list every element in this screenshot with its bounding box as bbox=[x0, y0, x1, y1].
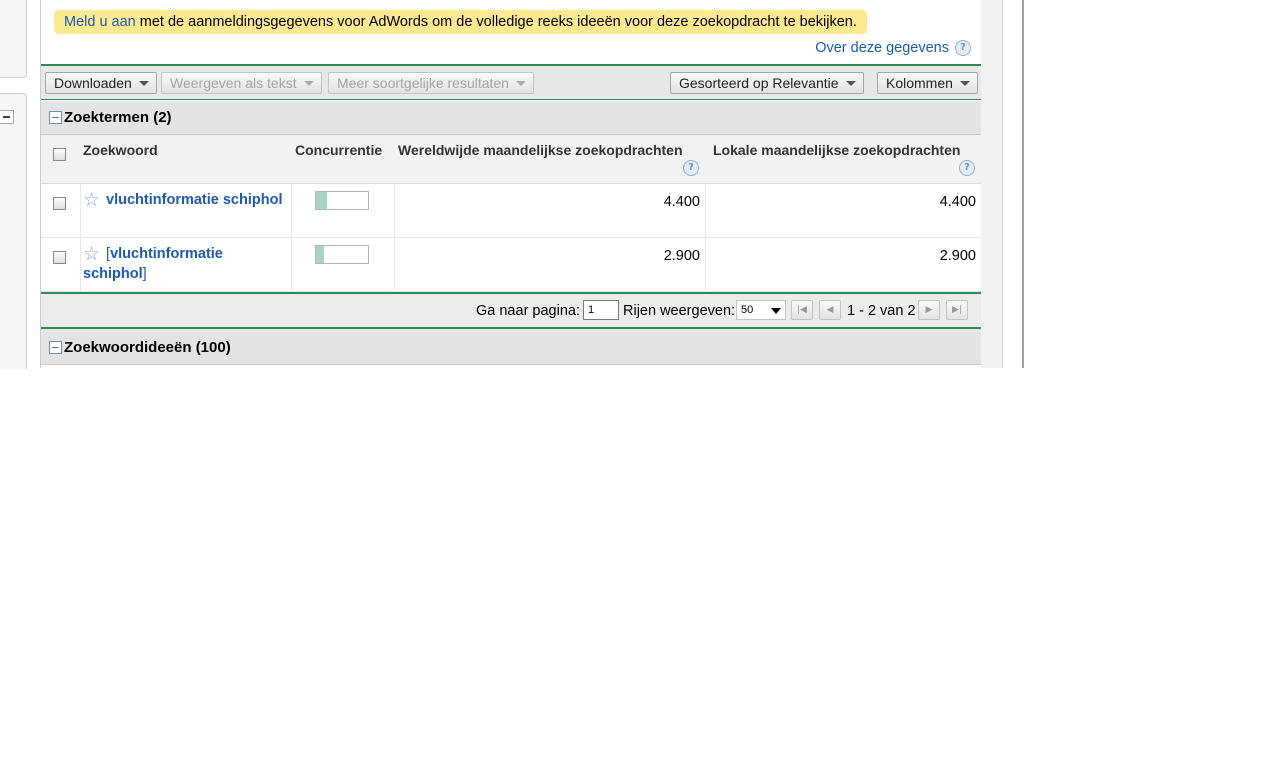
row-checkbox[interactable] bbox=[53, 197, 66, 210]
help-icon[interactable]: ? bbox=[955, 40, 971, 56]
column-divider bbox=[705, 184, 706, 238]
chevron-down-icon bbox=[771, 308, 781, 314]
download-button[interactable]: Downloaden bbox=[45, 72, 157, 94]
search-terms-title: Zoektermen (2) bbox=[64, 109, 172, 126]
column-divider bbox=[291, 184, 292, 238]
competition-bar bbox=[315, 245, 369, 264]
chevron-down-icon bbox=[303, 81, 314, 86]
keyword-cell: ☆ [vluchtinformatie schiphol] bbox=[83, 244, 283, 284]
column-divider bbox=[394, 238, 395, 292]
goto-page-label: Ga naar pagina: bbox=[476, 303, 580, 319]
keyword-ideas-title: Zoekwoordideeën (100) bbox=[64, 339, 231, 356]
left-panel-bottom bbox=[0, 93, 27, 369]
chevron-down-icon bbox=[138, 81, 149, 86]
star-icon[interactable]: ☆ bbox=[83, 190, 100, 210]
local-monthly-value: 2.900 bbox=[939, 248, 976, 264]
chevron-down-icon bbox=[845, 81, 856, 86]
results-toolbar: Downloaden Weergeven als tekst Meer soor… bbox=[41, 64, 981, 100]
chevron-down-icon bbox=[515, 81, 526, 86]
sign-in-link[interactable]: Meld u aan bbox=[64, 14, 136, 30]
about-data-link-container: Over deze gegevens ? bbox=[815, 40, 971, 56]
column-header-keyword[interactable]: Zoekwoord bbox=[83, 142, 158, 158]
star-icon[interactable]: ☆ bbox=[83, 244, 100, 264]
show-as-text-label: Weergeven als tekst bbox=[170, 75, 297, 91]
global-monthly-value: 4.400 bbox=[663, 194, 700, 210]
left-panel-top bbox=[0, 0, 27, 78]
right-scroll-rail bbox=[981, 0, 1003, 368]
rows-per-page-value: 50 bbox=[741, 304, 754, 316]
help-icon[interactable]: ? bbox=[683, 160, 699, 176]
page-number-input[interactable]: 1 bbox=[583, 300, 619, 320]
sign-in-notice: Meld u aan met de aanmeldingsgegevens vo… bbox=[54, 10, 867, 34]
keyword-link[interactable]: vluchtinformatie schiphol bbox=[106, 192, 282, 208]
columns-button[interactable]: Kolommen bbox=[877, 72, 978, 94]
column-header-global-monthly[interactable]: Wereldwijde maandelijkse zoekopdrachten bbox=[398, 142, 683, 158]
row-checkbox[interactable] bbox=[53, 251, 66, 264]
column-divider bbox=[80, 184, 81, 238]
sign-in-notice-text: met de aanmeldingsgegevens voor AdWords … bbox=[135, 14, 857, 30]
more-similar-results-label: Meer soortgelijke resultaten bbox=[337, 75, 509, 91]
help-icon[interactable]: ? bbox=[959, 160, 975, 176]
competition-fill bbox=[316, 246, 324, 263]
table-header: Zoekwoord Concurrentie Wereldwijde maand… bbox=[41, 134, 981, 184]
column-divider bbox=[80, 238, 81, 292]
search-terms-section-header[interactable]: Zoektermen (2) bbox=[41, 101, 981, 134]
rows-per-page-label: Rijen weergeven: bbox=[623, 303, 736, 319]
show-as-text-button[interactable]: Weergeven als tekst bbox=[161, 72, 322, 94]
more-similar-results-button[interactable]: Meer soortgelijke resultaten bbox=[328, 72, 534, 94]
keyword-link[interactable]: vluchtinformatie schiphol bbox=[83, 246, 223, 282]
keyword-suffix: ] bbox=[142, 266, 147, 282]
table-row: ☆ vluchtinformatie schiphol 4.400 4.400 bbox=[41, 184, 981, 238]
previous-page-icon[interactable]: ◀ bbox=[819, 300, 841, 320]
column-divider bbox=[705, 238, 706, 292]
column-divider bbox=[394, 184, 395, 238]
chevron-down-icon bbox=[959, 81, 970, 86]
competition-fill bbox=[316, 192, 328, 209]
about-data-link[interactable]: Over deze gegevens bbox=[815, 40, 949, 56]
page-range: 1 - 2 van 2 bbox=[847, 303, 916, 319]
keyword-cell: ☆ vluchtinformatie schiphol bbox=[83, 190, 283, 210]
keyword-ideas-section-header[interactable]: Zoekwoordideeën (100) bbox=[41, 329, 981, 365]
column-divider bbox=[291, 238, 292, 292]
global-monthly-value: 2.900 bbox=[663, 248, 700, 264]
column-header-competition[interactable]: Concurrentie bbox=[295, 142, 382, 158]
left-sidebar bbox=[0, 0, 27, 369]
local-monthly-value: 4.400 bbox=[939, 194, 976, 210]
competition-bar bbox=[315, 191, 369, 210]
column-header-local-monthly[interactable]: Lokale maandelijkse zoekopdrachten bbox=[713, 142, 960, 158]
rows-per-page-select[interactable]: 50 bbox=[736, 300, 786, 320]
columns-button-label: Kolommen bbox=[886, 75, 953, 91]
right-panel-edge bbox=[1022, 0, 1024, 368]
sidebar-collapse-icon[interactable] bbox=[0, 110, 14, 124]
first-page-icon[interactable]: |◀ bbox=[791, 300, 813, 320]
table-row: ☆ [vluchtinformatie schiphol] 2.900 2.900 bbox=[41, 238, 981, 292]
select-all-checkbox[interactable] bbox=[53, 148, 66, 161]
results-panel: Meld u aan met de aanmeldingsgegevens vo… bbox=[40, 0, 982, 368]
download-button-label: Downloaden bbox=[54, 75, 132, 91]
next-page-icon[interactable]: ▶ bbox=[918, 300, 940, 320]
pagination-bar: Ga naar pagina: 1 Rijen weergeven: 50 |◀… bbox=[41, 292, 981, 329]
collapse-icon[interactable] bbox=[49, 340, 62, 354]
sort-dropdown[interactable]: Gesorteerd op Relevantie bbox=[670, 72, 864, 94]
last-page-icon[interactable]: ▶| bbox=[946, 300, 968, 320]
collapse-icon[interactable] bbox=[49, 110, 62, 124]
sort-dropdown-label: Gesorteerd op Relevantie bbox=[679, 75, 839, 91]
